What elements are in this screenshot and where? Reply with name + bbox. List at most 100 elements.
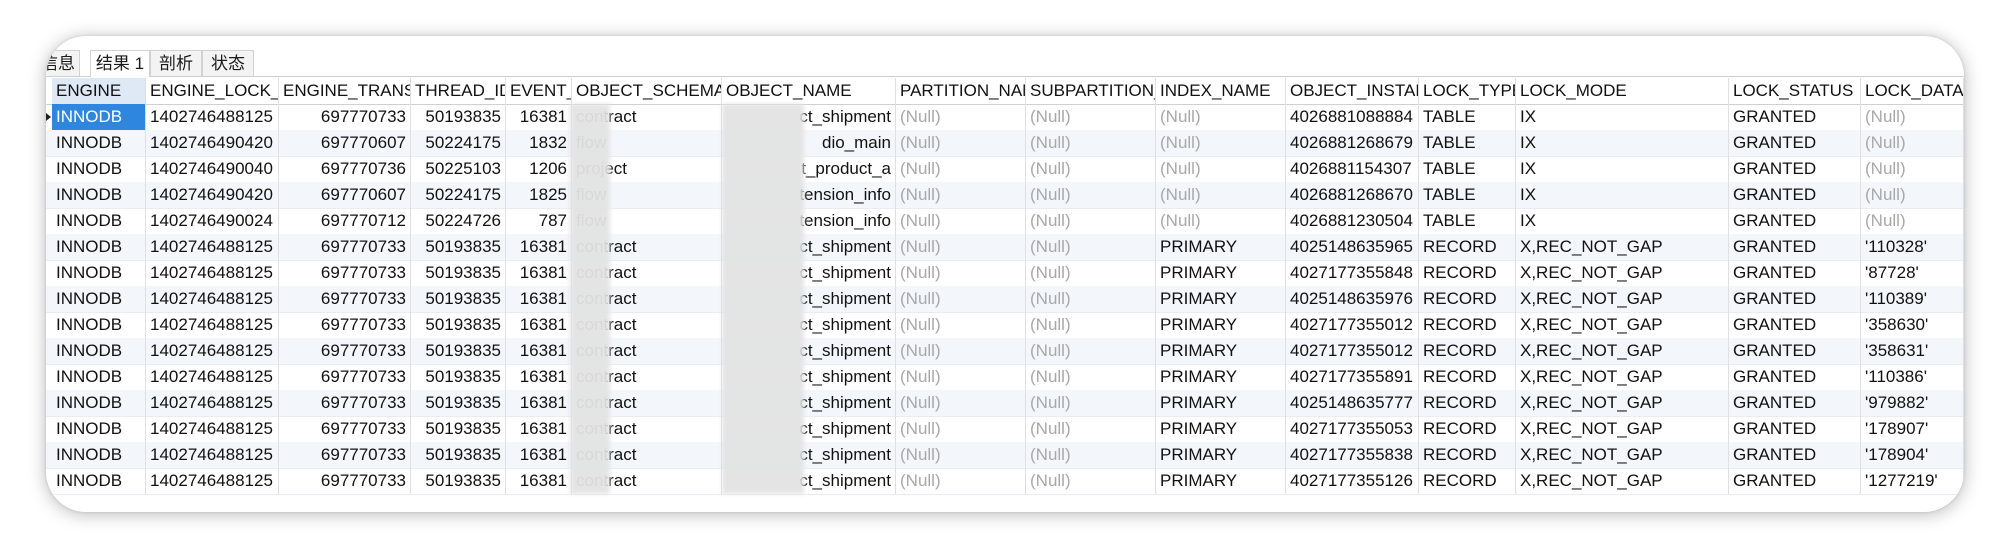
- cell-lock-data[interactable]: '110386': [1861, 364, 1964, 390]
- column-header-subpartition-name[interactable]: SUBPARTITION_N: [1026, 78, 1156, 104]
- cell-lock-type[interactable]: RECORD: [1419, 442, 1516, 468]
- cell-thread-id[interactable]: 50193835: [411, 416, 506, 442]
- cell-index-name[interactable]: (Null): [1156, 130, 1286, 156]
- table-row[interactable]: INNODB 1402746488125 697770733 50193835 1638…: [46, 104, 1964, 131]
- cell-index-name[interactable]: PRIMARY: [1156, 442, 1286, 468]
- cell-index-name[interactable]: PRIMARY: [1156, 390, 1286, 416]
- cell-engine[interactable]: INNODB: [52, 234, 146, 260]
- table-row[interactable]: INNODB 1402746490040 697770736 50225103 1206…: [46, 156, 1964, 183]
- tab-result-1[interactable]: 结果 1: [90, 50, 150, 77]
- cell-index-name[interactable]: PRIMARY: [1156, 338, 1286, 364]
- cell-lock-status[interactable]: GRANTED: [1729, 234, 1861, 260]
- cell-engine[interactable]: INNODB: [52, 260, 146, 286]
- cell-lock-mode[interactable]: X,REC_NOT_GAP: [1516, 286, 1729, 312]
- cell-event-id[interactable]: 16381: [506, 260, 572, 286]
- cell-index-name[interactable]: PRIMARY: [1156, 234, 1286, 260]
- cell-lock-data[interactable]: '979882': [1861, 390, 1964, 416]
- cell-lock-type[interactable]: RECORD: [1419, 234, 1516, 260]
- cell-lock-status[interactable]: GRANTED: [1729, 416, 1861, 442]
- cell-lock-data[interactable]: (Null): [1861, 156, 1964, 182]
- cell-engine-transaction-id[interactable]: 697770733: [279, 104, 411, 130]
- cell-lock-status[interactable]: GRANTED: [1729, 182, 1861, 208]
- cell-lock-status[interactable]: GRANTED: [1729, 338, 1861, 364]
- cell-thread-id[interactable]: 50193835: [411, 312, 506, 338]
- cell-engine-lock-id[interactable]: 1402746488125: [146, 286, 279, 312]
- cell-thread-id[interactable]: 50193835: [411, 104, 506, 130]
- cell-engine[interactable]: INNODB: [52, 312, 146, 338]
- table-row[interactable]: INNODB 1402746488125 697770733 50193835 1638…: [46, 338, 1964, 365]
- cell-subpartition-name[interactable]: (Null): [1026, 442, 1156, 468]
- cell-subpartition-name[interactable]: (Null): [1026, 156, 1156, 182]
- cell-event-id[interactable]: 787: [506, 208, 572, 234]
- cell-subpartition-name[interactable]: (Null): [1026, 130, 1156, 156]
- cell-engine[interactable]: INNODB: [52, 130, 146, 156]
- cell-engine-lock-id[interactable]: 1402746490420: [146, 182, 279, 208]
- cell-engine-lock-id[interactable]: 1402746488125: [146, 234, 279, 260]
- cell-object-instance[interactable]: 4026881230504: [1286, 208, 1419, 234]
- cell-engine-transaction-id[interactable]: 697770733: [279, 390, 411, 416]
- cell-object-instance[interactable]: 4026881088884: [1286, 104, 1419, 130]
- cell-subpartition-name[interactable]: (Null): [1026, 104, 1156, 130]
- cell-lock-data[interactable]: '110328': [1861, 234, 1964, 260]
- cell-lock-status[interactable]: GRANTED: [1729, 260, 1861, 286]
- cell-event-id[interactable]: 16381: [506, 104, 572, 130]
- cell-lock-type[interactable]: RECORD: [1419, 312, 1516, 338]
- result-grid[interactable]: ENGINEENGINE_LOCK_IDENGINE_TRANSATHREAD_…: [46, 78, 1964, 512]
- table-row[interactable]: INNODB 1402746488125 697770733 50193835 1638…: [46, 364, 1964, 391]
- cell-lock-type[interactable]: RECORD: [1419, 338, 1516, 364]
- cell-lock-data[interactable]: '1277219': [1861, 468, 1964, 494]
- cell-lock-mode[interactable]: X,REC_NOT_GAP: [1516, 390, 1729, 416]
- cell-partition-name[interactable]: (Null): [896, 234, 1026, 260]
- cell-engine-transaction-id[interactable]: 697770736: [279, 156, 411, 182]
- cell-thread-id[interactable]: 50193835: [411, 338, 506, 364]
- cell-thread-id[interactable]: 50224726: [411, 208, 506, 234]
- cell-thread-id[interactable]: 50193835: [411, 468, 506, 494]
- cell-index-name[interactable]: PRIMARY: [1156, 260, 1286, 286]
- cell-event-id[interactable]: 16381: [506, 364, 572, 390]
- cell-engine-transaction-id[interactable]: 697770733: [279, 442, 411, 468]
- cell-engine-lock-id[interactable]: 1402746488125: [146, 364, 279, 390]
- cell-partition-name[interactable]: (Null): [896, 182, 1026, 208]
- cell-lock-mode[interactable]: IX: [1516, 156, 1729, 182]
- cell-index-name[interactable]: (Null): [1156, 104, 1286, 130]
- cell-subpartition-name[interactable]: (Null): [1026, 468, 1156, 494]
- cell-subpartition-name[interactable]: (Null): [1026, 390, 1156, 416]
- cell-thread-id[interactable]: 50193835: [411, 442, 506, 468]
- cell-lock-status[interactable]: GRANTED: [1729, 312, 1861, 338]
- column-header-lock-status[interactable]: LOCK_STATUS: [1729, 78, 1861, 104]
- cell-lock-type[interactable]: TABLE: [1419, 182, 1516, 208]
- cell-lock-data[interactable]: '87728': [1861, 260, 1964, 286]
- cell-lock-data[interactable]: (Null): [1861, 104, 1964, 130]
- cell-subpartition-name[interactable]: (Null): [1026, 416, 1156, 442]
- cell-subpartition-name[interactable]: (Null): [1026, 208, 1156, 234]
- cell-thread-id[interactable]: 50193835: [411, 364, 506, 390]
- cell-engine-transaction-id[interactable]: 697770607: [279, 130, 411, 156]
- cell-lock-mode[interactable]: X,REC_NOT_GAP: [1516, 468, 1729, 494]
- cell-partition-name[interactable]: (Null): [896, 130, 1026, 156]
- table-row[interactable]: INNODB140274649002469777071250224726787f…: [46, 208, 1964, 235]
- cell-lock-mode[interactable]: X,REC_NOT_GAP: [1516, 416, 1729, 442]
- column-header-lock-data[interactable]: LOCK_DATA: [1861, 78, 1964, 104]
- cell-lock-mode[interactable]: IX: [1516, 208, 1729, 234]
- cell-object-instance[interactable]: 4026881268679: [1286, 130, 1419, 156]
- cell-object-instance[interactable]: 4027177355053: [1286, 416, 1419, 442]
- column-header-lock-mode[interactable]: LOCK_MODE: [1516, 78, 1729, 104]
- column-header-event-id[interactable]: EVENT_I: [506, 78, 572, 104]
- cell-subpartition-name[interactable]: (Null): [1026, 260, 1156, 286]
- cell-lock-mode[interactable]: IX: [1516, 104, 1729, 130]
- cell-object-instance[interactable]: 4027177355848: [1286, 260, 1419, 286]
- cell-engine-lock-id[interactable]: 1402746488125: [146, 390, 279, 416]
- cell-engine-lock-id[interactable]: 1402746488125: [146, 338, 279, 364]
- cell-lock-status[interactable]: GRANTED: [1729, 286, 1861, 312]
- column-header-engine[interactable]: ENGINE: [52, 78, 146, 104]
- cell-index-name[interactable]: (Null): [1156, 208, 1286, 234]
- cell-engine-transaction-id[interactable]: 697770733: [279, 416, 411, 442]
- cell-index-name[interactable]: PRIMARY: [1156, 312, 1286, 338]
- cell-lock-mode[interactable]: IX: [1516, 182, 1729, 208]
- cell-object-instance[interactable]: 4027177355126: [1286, 468, 1419, 494]
- cell-lock-status[interactable]: GRANTED: [1729, 468, 1861, 494]
- cell-engine-lock-id[interactable]: 1402746488125: [146, 442, 279, 468]
- cell-index-name[interactable]: PRIMARY: [1156, 286, 1286, 312]
- cell-lock-status[interactable]: GRANTED: [1729, 130, 1861, 156]
- column-header-lock-type[interactable]: LOCK_TYPE: [1419, 78, 1516, 104]
